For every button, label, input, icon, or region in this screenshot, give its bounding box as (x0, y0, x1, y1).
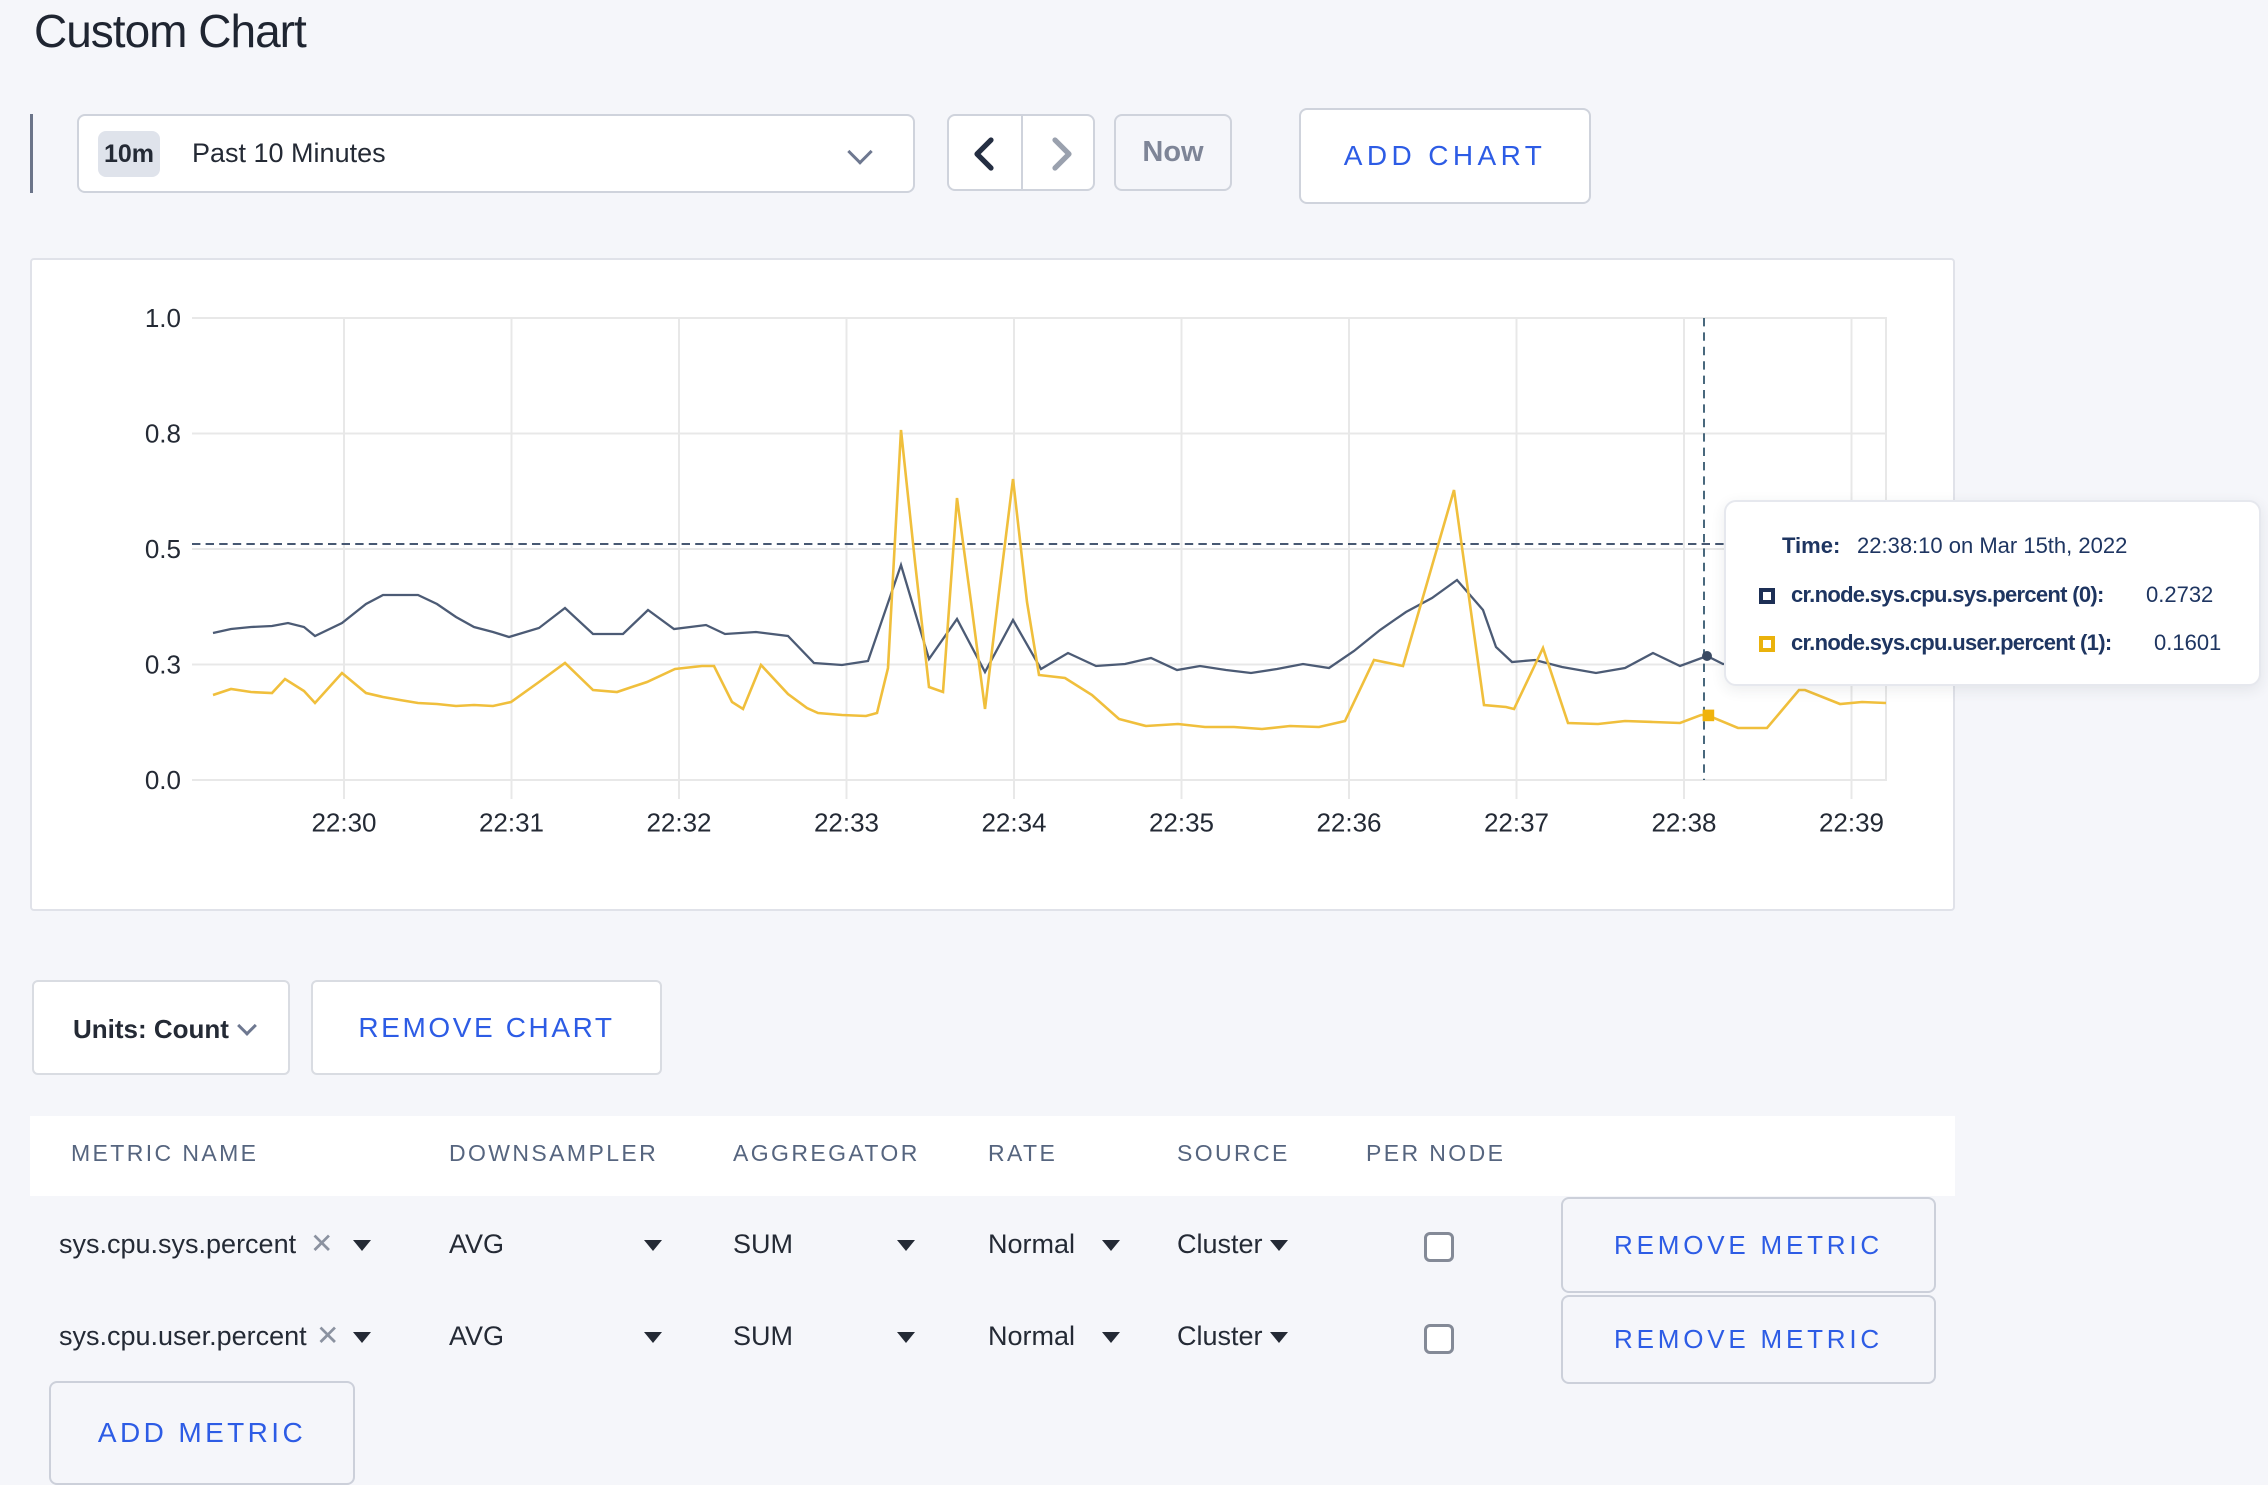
svg-text:22:39: 22:39 (1819, 807, 1884, 837)
svg-text:22:37: 22:37 (1484, 807, 1549, 837)
svg-text:0.5: 0.5 (145, 534, 181, 564)
svg-text:22:38: 22:38 (1651, 807, 1716, 837)
svg-text:0.3: 0.3 (145, 650, 181, 680)
svg-text:22:32: 22:32 (646, 807, 711, 837)
svg-text:0.0: 0.0 (145, 765, 181, 795)
svg-text:22:31: 22:31 (479, 807, 544, 837)
svg-text:22:34: 22:34 (981, 807, 1046, 837)
svg-text:22:30: 22:30 (311, 807, 376, 837)
svg-text:22:35: 22:35 (1149, 807, 1214, 837)
svg-text:22:36: 22:36 (1316, 807, 1381, 837)
svg-text:1.0: 1.0 (145, 303, 181, 333)
svg-text:22:33: 22:33 (814, 807, 879, 837)
svg-text:0.8: 0.8 (145, 419, 181, 449)
